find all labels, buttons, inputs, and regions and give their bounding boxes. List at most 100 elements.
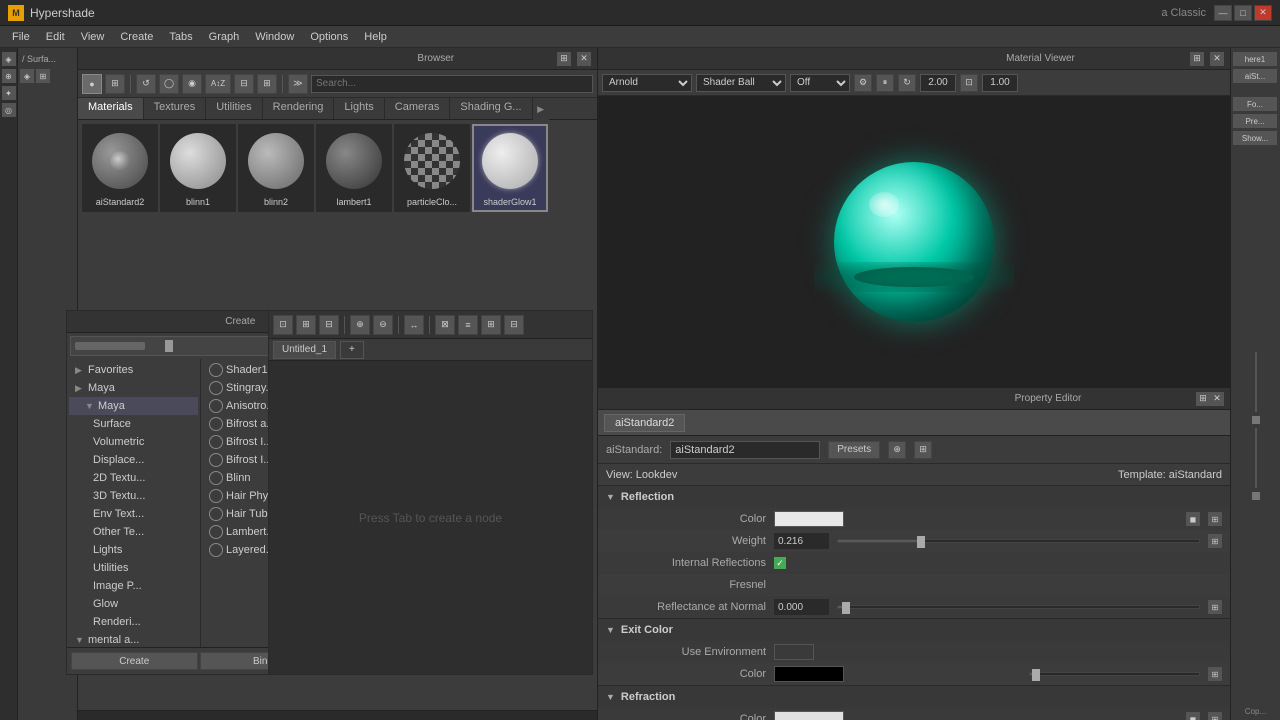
grid-view-btn[interactable]: ⊞ <box>105 74 125 94</box>
menu-file[interactable]: File <box>4 29 38 45</box>
refr-color-swatch[interactable] <box>774 711 844 720</box>
tab-textures[interactable]: Textures <box>144 98 207 119</box>
view-mode-select[interactable]: Shader Ball <box>696 74 786 92</box>
far-right-item-3[interactable]: Fo... <box>1233 97 1277 111</box>
tree-lights[interactable]: Lights <box>69 541 198 559</box>
node-tb-3[interactable]: ⊟ <box>319 315 339 335</box>
far-right-item-2[interactable]: aiSt... <box>1233 69 1277 83</box>
tree-env-tex[interactable]: Env Text... <box>69 505 198 523</box>
prop-icon-1[interactable]: ⊕ <box>888 441 906 459</box>
menu-tabs[interactable]: Tabs <box>161 29 200 45</box>
material-lambert1[interactable]: lambert1 <box>316 124 392 212</box>
viewer-refresh-btn[interactable]: ↻ <box>898 74 916 92</box>
icon-btn[interactable]: ⊞ <box>257 74 277 94</box>
node-name-tab[interactable]: aiStandard2 <box>604 414 685 432</box>
circle-btn[interactable]: ◯ <box>159 74 179 94</box>
refr-color-btn1[interactable]: ◼ <box>1186 712 1200 720</box>
tree-2d-tex[interactable]: 2D Textu... <box>69 469 198 487</box>
tree-renderi[interactable]: Renderi... <box>69 613 198 631</box>
reflection-header[interactable]: ▼ Reflection <box>598 486 1230 508</box>
material-blinn2[interactable]: blinn2 <box>238 124 314 212</box>
az-btn[interactable]: A↕Z <box>205 74 231 94</box>
refr-color-btn2[interactable]: ⊞ <box>1208 712 1222 720</box>
node-tb-4[interactable]: ⊕ <box>350 315 370 335</box>
view-toggle-btn[interactable]: ● <box>82 74 102 94</box>
menu-create[interactable]: Create <box>112 29 161 45</box>
tree-volumetric[interactable]: Volumetric <box>69 433 198 451</box>
node-tb-8[interactable]: ≡ <box>458 315 478 335</box>
node-tb-6[interactable]: ↔ <box>404 315 424 335</box>
tab-materials[interactable]: Materials <box>78 98 144 119</box>
tree-surface[interactable]: Surface <box>69 415 198 433</box>
menu-edit[interactable]: Edit <box>38 29 73 45</box>
node-tb-10[interactable]: ⊟ <box>504 315 524 335</box>
tree-mental-a[interactable]: ▼ mental a... <box>69 631 198 647</box>
material-shaderglow1[interactable]: shaderGlow1 <box>472 124 548 212</box>
tree-glow[interactable]: Glow <box>69 595 198 613</box>
tree-utilities[interactable]: Utilities <box>69 559 198 577</box>
far-right-item-1[interactable]: here1 <box>1233 52 1277 66</box>
internal-refl-checkbox[interactable]: ✓ <box>774 557 786 569</box>
refraction-header[interactable]: ▼ Refraction <box>598 686 1230 708</box>
minimize-button[interactable]: — <box>1214 5 1232 21</box>
search-input[interactable] <box>311 75 593 93</box>
light-mode-select[interactable]: Off <box>790 74 850 92</box>
shader-icon-2[interactable]: ⊞ <box>36 69 50 83</box>
refresh-btn[interactable]: ↺ <box>136 74 156 94</box>
grid-btn[interactable]: ⊟ <box>234 74 254 94</box>
tree-maya-1[interactable]: ▶ Maya <box>69 379 198 397</box>
left-icon-2[interactable]: ⊕ <box>2 69 16 83</box>
refl-color-swatch[interactable] <box>774 511 844 527</box>
viewer-expand-btn[interactable]: ⊞ <box>1190 52 1204 66</box>
tree-favorites[interactable]: ▶ Favorites <box>69 361 198 379</box>
node-tb-2[interactable]: ⊞ <box>296 315 316 335</box>
right-slider-2[interactable] <box>1255 428 1257 488</box>
shader-icon-1[interactable]: ◈ <box>20 69 34 83</box>
tab-lights[interactable]: Lights <box>334 98 384 119</box>
browser-expand-btn[interactable]: ⊞ <box>557 52 571 66</box>
far-right-item-5[interactable]: Show... <box>1233 131 1277 145</box>
tab-shading-g[interactable]: Shading G... <box>450 98 532 119</box>
circle2-btn[interactable]: ◉ <box>182 74 202 94</box>
close-button[interactable]: ✕ <box>1254 5 1272 21</box>
exit-color-btn[interactable]: ⊞ <box>1208 667 1222 681</box>
create-slider[interactable] <box>75 342 145 350</box>
left-icon-3[interactable]: ✦ <box>2 86 16 100</box>
refl-weight-btn[interactable]: ⊞ <box>1208 534 1222 548</box>
prop-icon-2[interactable]: ⊞ <box>914 441 932 459</box>
far-right-item-4[interactable]: Pre... <box>1233 114 1277 128</box>
maximize-button[interactable]: □ <box>1234 5 1252 21</box>
more-btn[interactable]: ≫ <box>288 74 308 94</box>
left-icon-4[interactable]: ◎ <box>2 103 16 117</box>
node-tb-7[interactable]: ⊠ <box>435 315 455 335</box>
viewer-resize-btn[interactable]: ⊡ <box>960 74 978 92</box>
menu-options[interactable]: Options <box>302 29 356 45</box>
node-tab-untitled[interactable]: Untitled_1 <box>273 341 336 359</box>
viewer-pause-btn[interactable]: ⏸ <box>876 74 894 92</box>
prop-close-btn[interactable]: ✕ <box>1210 392 1224 406</box>
tree-3d-tex[interactable]: 3D Textu... <box>69 487 198 505</box>
material-particleclo[interactable]: particleClo... <box>394 124 470 212</box>
node-name-input[interactable] <box>670 441 820 459</box>
tab-nav-btn[interactable]: ▶ <box>533 98 549 120</box>
tree-maya-2[interactable]: ▼ Maya <box>69 397 198 415</box>
right-slider-thumb-2[interactable] <box>1252 492 1260 500</box>
material-aistandard2[interactable]: aiStandard2 <box>82 124 158 212</box>
viewer-settings-btn[interactable]: ⚙ <box>854 74 872 92</box>
node-tab-add[interactable]: + <box>340 341 364 359</box>
tree-other-te[interactable]: Other Te... <box>69 523 198 541</box>
right-slider-thumb-1[interactable] <box>1252 416 1260 424</box>
browser-close-btn[interactable]: ✕ <box>577 52 591 66</box>
node-tb-9[interactable]: ⊞ <box>481 315 501 335</box>
tree-displace[interactable]: Displace... <box>69 451 198 469</box>
create-slider-thumb[interactable] <box>165 340 173 352</box>
browser-scrollbar[interactable] <box>78 710 597 720</box>
viewer-close-btn[interactable]: ✕ <box>1210 52 1224 66</box>
presets-button[interactable]: Presets <box>828 441 880 459</box>
refl-color-btn2[interactable]: ⊞ <box>1208 512 1222 526</box>
tab-rendering[interactable]: Rendering <box>263 98 335 119</box>
tab-cameras[interactable]: Cameras <box>385 98 451 119</box>
exit-color-header[interactable]: ▼ Exit Color <box>598 619 1230 641</box>
renderer-select[interactable]: Arnold <box>602 74 692 92</box>
reflectance-btn[interactable]: ⊞ <box>1208 600 1222 614</box>
